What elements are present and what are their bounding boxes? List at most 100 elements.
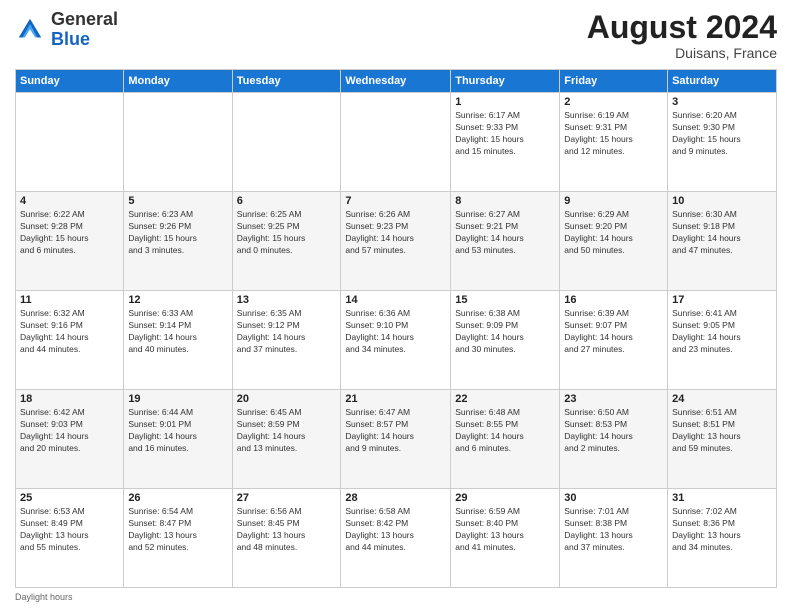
day-number: 24 [672,393,772,405]
day-number: 21 [345,393,446,405]
calendar-cell: 14Sunrise: 6:36 AM Sunset: 9:10 PM Dayli… [341,291,451,390]
day-number: 15 [455,294,555,306]
day-info: Sunrise: 6:53 AM Sunset: 8:49 PM Dayligh… [20,506,119,554]
day-info: Sunrise: 6:41 AM Sunset: 9:05 PM Dayligh… [672,308,772,356]
calendar-cell: 1Sunrise: 6:17 AM Sunset: 9:33 PM Daylig… [451,93,560,192]
day-info: Sunrise: 7:01 AM Sunset: 8:38 PM Dayligh… [564,506,663,554]
day-info: Sunrise: 6:36 AM Sunset: 9:10 PM Dayligh… [345,308,446,356]
calendar-cell: 5Sunrise: 6:23 AM Sunset: 9:26 PM Daylig… [124,192,232,291]
page: General Blue August 2024 Duisans, France… [0,0,792,612]
title-block: August 2024 Duisans, France [587,10,777,61]
calendar-cell: 20 Sunrise: 6:45 AM Sunset: 8:59 PM Dayli… [232,390,341,489]
day-info: Sunrise: 6:22 AM Sunset: 9:28 PM Dayligh… [20,209,119,257]
day-info: Sunrise: 7:02 AM Sunset: 8:36 PM Dayligh… [672,506,772,554]
col-friday: Friday [560,70,668,93]
day-number: 8 [455,195,555,207]
calendar-cell [341,93,451,192]
calendar-cell [232,93,341,192]
day-info: Sunrise: 6:42 AM Sunset: 9:03 PM Dayligh… [20,407,119,455]
calendar-cell: 18 Sunrise: 6:42 AM Sunset: 9:03 PM Dayli… [16,390,124,489]
day-number: 28 [345,492,446,504]
day-info: Sunrise: 6:48 AM Sunset: 8:55 PM Dayligh… [455,407,555,455]
day-number: 30 [564,492,663,504]
day-number: 29 [455,492,555,504]
calendar-cell: 6 Sunrise: 6:25 AM Sunset: 9:25 PM Daylig… [232,192,341,291]
calendar-week-4: 18 Sunrise: 6:42 AM Sunset: 9:03 PM Dayli… [16,390,777,489]
col-wednesday: Wednesday [341,70,451,93]
header: General Blue August 2024 Duisans, France [15,10,777,61]
day-info: Sunrise: 6:23 AM Sunset: 9:26 PM Dayligh… [128,209,227,257]
day-number: 22 [455,393,555,405]
day-info: Sunrise: 6:38 AM Sunset: 9:09 PM Dayligh… [455,308,555,356]
calendar-cell: 26 Sunrise: 6:54 AM Sunset: 8:47 PM Dayli… [124,489,232,588]
col-sunday: Sunday [16,70,124,93]
day-number: 11 [20,294,119,306]
day-number: 23 [564,393,663,405]
day-number: 1 [455,96,555,108]
calendar-cell: 27Sunrise: 6:56 AM Sunset: 8:45 PM Dayli… [232,489,341,588]
calendar-week-1: 1Sunrise: 6:17 AM Sunset: 9:33 PM Daylig… [16,93,777,192]
day-number: 7 [345,195,446,207]
day-number: 4 [20,195,119,207]
day-info: Sunrise: 6:27 AM Sunset: 9:21 PM Dayligh… [455,209,555,257]
calendar-cell: 22 Sunrise: 6:48 AM Sunset: 8:55 PM Dayli… [451,390,560,489]
footer-note: Daylight hours [15,592,777,602]
col-saturday: Saturday [668,70,777,93]
day-info: Sunrise: 6:20 AM Sunset: 9:30 PM Dayligh… [672,110,772,158]
day-info: Sunrise: 6:54 AM Sunset: 8:47 PM Dayligh… [128,506,227,554]
calendar-cell: 24 Sunrise: 6:51 AM Sunset: 8:51 PM Dayli… [668,390,777,489]
day-info: Sunrise: 6:32 AM Sunset: 9:16 PM Dayligh… [20,308,119,356]
day-number: 18 [20,393,119,405]
calendar-cell: 21 Sunrise: 6:47 AM Sunset: 8:57 PM Dayli… [341,390,451,489]
calendar-cell: 13Sunrise: 6:35 AM Sunset: 9:12 PM Dayli… [232,291,341,390]
day-number: 31 [672,492,772,504]
calendar-cell: 8 Sunrise: 6:27 AM Sunset: 9:21 PM Daylig… [451,192,560,291]
calendar-cell: 11 Sunrise: 6:32 AM Sunset: 9:16 PM Dayli… [16,291,124,390]
calendar-cell: 16 Sunrise: 6:39 AM Sunset: 9:07 PM Dayli… [560,291,668,390]
day-info: Sunrise: 6:44 AM Sunset: 9:01 PM Dayligh… [128,407,227,455]
day-info: Sunrise: 6:58 AM Sunset: 8:42 PM Dayligh… [345,506,446,554]
logo-text: General Blue [51,10,118,50]
day-info: Sunrise: 6:56 AM Sunset: 8:45 PM Dayligh… [237,506,337,554]
day-number: 9 [564,195,663,207]
day-number: 3 [672,96,772,108]
day-info: Sunrise: 6:47 AM Sunset: 8:57 PM Dayligh… [345,407,446,455]
day-number: 2 [564,96,663,108]
calendar-cell: 31 Sunrise: 7:02 AM Sunset: 8:36 PM Dayli… [668,489,777,588]
calendar-header-row: Sunday Monday Tuesday Wednesday Thursday… [16,70,777,93]
calendar-cell: 17 Sunrise: 6:41 AM Sunset: 9:05 PM Dayli… [668,291,777,390]
location: Duisans, France [587,45,777,61]
day-number: 12 [128,294,227,306]
col-tuesday: Tuesday [232,70,341,93]
day-info: Sunrise: 6:51 AM Sunset: 8:51 PM Dayligh… [672,407,772,455]
calendar-cell: 7 Sunrise: 6:26 AM Sunset: 9:23 PM Daylig… [341,192,451,291]
calendar-cell: 25 Sunrise: 6:53 AM Sunset: 8:49 PM Dayli… [16,489,124,588]
day-info: Sunrise: 6:50 AM Sunset: 8:53 PM Dayligh… [564,407,663,455]
calendar-cell: 9 Sunrise: 6:29 AM Sunset: 9:20 PM Daylig… [560,192,668,291]
day-number: 6 [237,195,337,207]
day-number: 16 [564,294,663,306]
day-info: Sunrise: 6:30 AM Sunset: 9:18 PM Dayligh… [672,209,772,257]
day-info: Sunrise: 6:45 AM Sunset: 8:59 PM Dayligh… [237,407,337,455]
logo-blue: Blue [51,29,90,49]
day-info: Sunrise: 6:25 AM Sunset: 9:25 PM Dayligh… [237,209,337,257]
day-number: 17 [672,294,772,306]
day-number: 20 [237,393,337,405]
month-title: August 2024 [587,10,777,45]
calendar-cell: 19Sunrise: 6:44 AM Sunset: 9:01 PM Dayli… [124,390,232,489]
logo: General Blue [15,10,118,50]
calendar-cell: 15 Sunrise: 6:38 AM Sunset: 9:09 PM Dayli… [451,291,560,390]
calendar-cell [124,93,232,192]
day-info: Sunrise: 6:39 AM Sunset: 9:07 PM Dayligh… [564,308,663,356]
day-info: Sunrise: 6:59 AM Sunset: 8:40 PM Dayligh… [455,506,555,554]
calendar-cell: 12Sunrise: 6:33 AM Sunset: 9:14 PM Dayli… [124,291,232,390]
day-number: 26 [128,492,227,504]
calendar-cell [16,93,124,192]
day-info: Sunrise: 6:29 AM Sunset: 9:20 PM Dayligh… [564,209,663,257]
day-number: 25 [20,492,119,504]
col-monday: Monday [124,70,232,93]
day-number: 13 [237,294,337,306]
col-thursday: Thursday [451,70,560,93]
calendar-cell: 10Sunrise: 6:30 AM Sunset: 9:18 PM Dayli… [668,192,777,291]
day-info: Sunrise: 6:26 AM Sunset: 9:23 PM Dayligh… [345,209,446,257]
